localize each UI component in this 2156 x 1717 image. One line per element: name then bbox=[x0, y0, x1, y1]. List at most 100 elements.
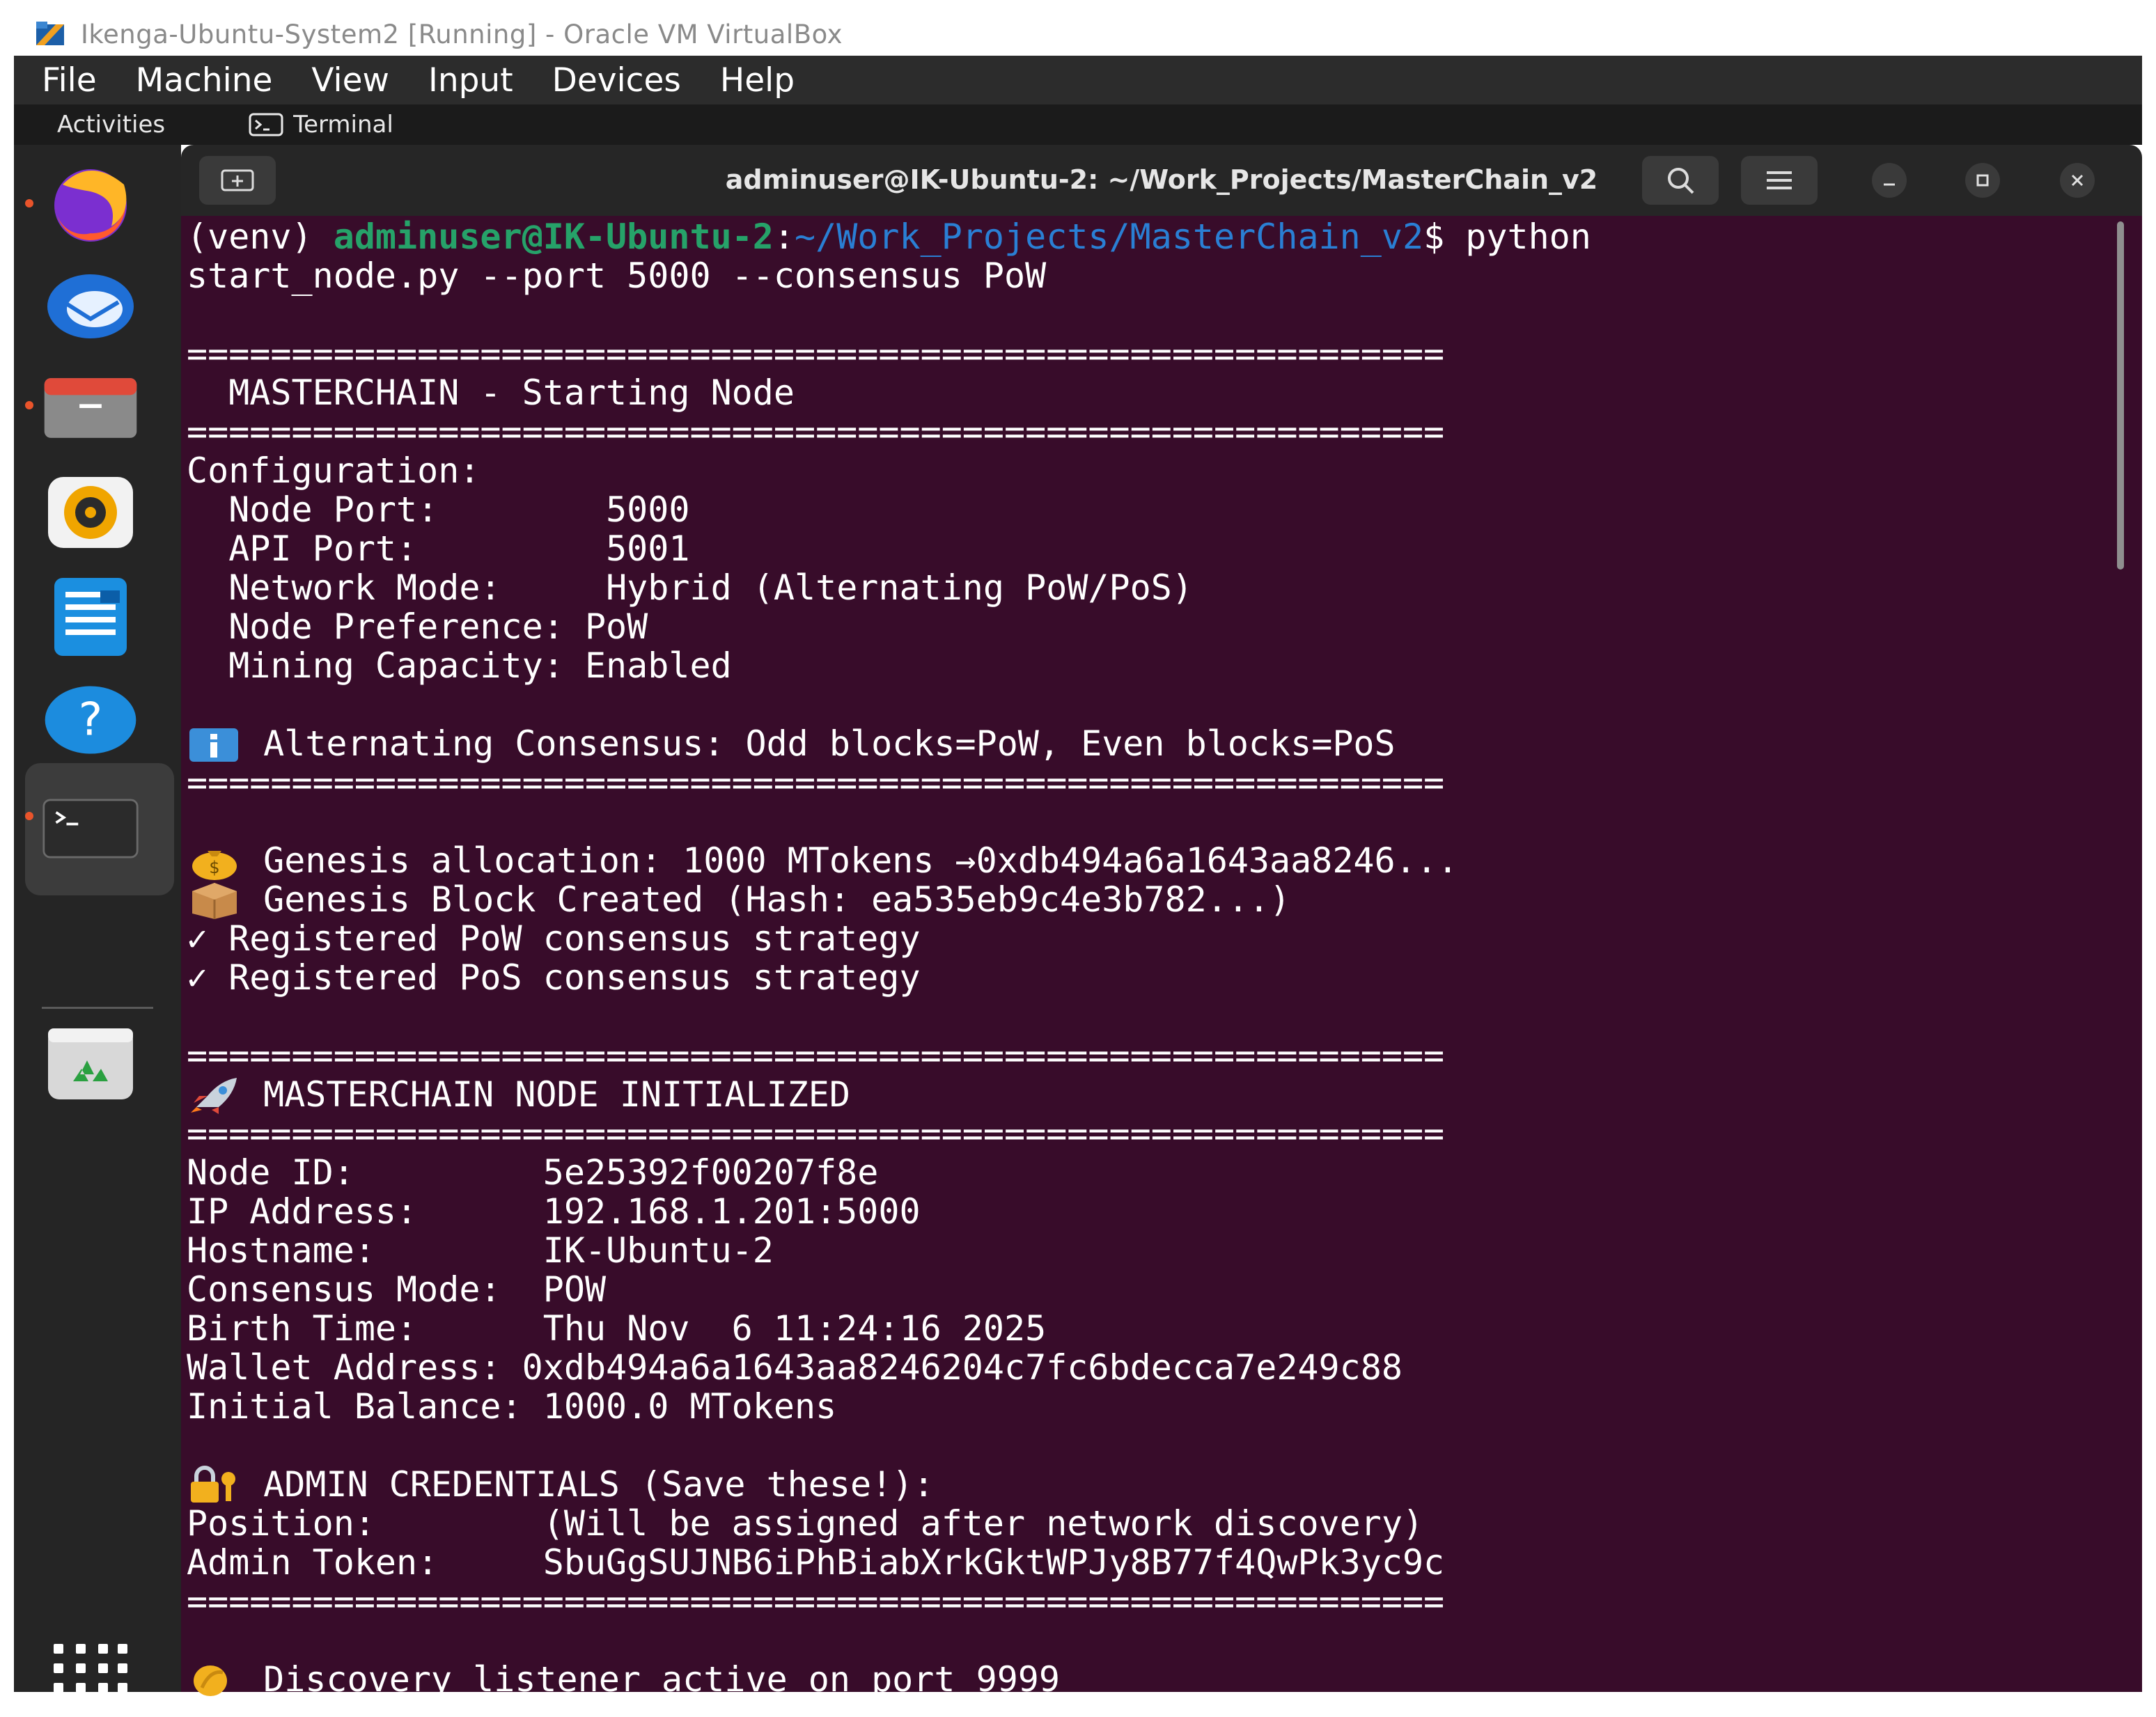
admin-label: Admin Token: bbox=[187, 1542, 543, 1583]
node-info-value: 5e25392f00207f8e bbox=[542, 1152, 879, 1193]
node-info-value: 0xdb494a6a1643aa8246204c7fc6bdecca7e249c… bbox=[522, 1347, 1403, 1388]
terminal-title: adminuser@IK-Ubuntu-2: ~/Work_Projects/M… bbox=[725, 164, 1598, 195]
node-info-row: Consensus Mode: POW bbox=[187, 1270, 606, 1309]
node-info-value: 192.168.1.201:5000 bbox=[542, 1191, 921, 1232]
discovery-text: Discovery listener active on port 9999 bbox=[242, 1659, 1060, 1700]
node-info-row: IP Address: 192.168.1.201:5000 bbox=[187, 1192, 921, 1231]
thunderbird-icon[interactable] bbox=[42, 256, 139, 354]
node-info-label: Wallet Address: bbox=[187, 1347, 522, 1388]
trash-icon[interactable] bbox=[42, 1015, 139, 1113]
gnome-top-bar: Activities Terminal bbox=[14, 104, 2142, 145]
node-info-row: Initial Balance: 1000.0 MTokens bbox=[187, 1387, 836, 1426]
minimize-icon bbox=[1884, 183, 1895, 186]
separator-line: ========================================… bbox=[187, 1035, 1445, 1076]
svg-text:$: $ bbox=[209, 858, 219, 877]
minimize-button[interactable] bbox=[1872, 163, 1907, 198]
config-label: Node Port: bbox=[187, 489, 607, 530]
node-info-label: Node ID: bbox=[187, 1152, 543, 1193]
menu-devices[interactable]: Devices bbox=[552, 61, 681, 100]
app-menu-label: Terminal bbox=[293, 111, 393, 139]
node-info-label: Birth Time: bbox=[187, 1308, 543, 1349]
admin-row: Position: (Will be assigned after networ… bbox=[187, 1504, 1423, 1543]
config-value: 5000 bbox=[606, 489, 690, 530]
prompt-path: ~/Work_Projects/MasterChain_v2 bbox=[794, 217, 1424, 257]
node-info-label: Consensus Mode: bbox=[187, 1269, 543, 1310]
menu-view[interactable]: View bbox=[311, 61, 389, 100]
app-menu-terminal[interactable]: Terminal bbox=[249, 111, 393, 139]
package-icon bbox=[192, 883, 237, 919]
activities-button[interactable]: Activities bbox=[57, 111, 165, 139]
separator-line: ========================================… bbox=[187, 762, 1445, 803]
running-indicator bbox=[25, 812, 33, 820]
rhythmbox-icon[interactable] bbox=[42, 464, 139, 561]
config-label: Network Mode: bbox=[187, 567, 607, 608]
svg-text:?: ? bbox=[79, 693, 103, 746]
search-icon bbox=[1668, 168, 1694, 194]
rocket-icon bbox=[191, 1078, 237, 1114]
alternating-consensus-line: Alternating Consensus: Odd blocks=PoW, E… bbox=[187, 724, 1396, 763]
node-info-label: Hostname: bbox=[187, 1230, 543, 1271]
firefox-icon[interactable] bbox=[42, 153, 139, 251]
config-row: Node Preference: PoW bbox=[187, 607, 648, 646]
node-info-row: Node ID: 5e25392f00207f8e bbox=[187, 1153, 878, 1192]
genesis-block-line: Genesis Block Created (Hash: ea535eb9c4e… bbox=[187, 880, 1290, 919]
maximize-button[interactable] bbox=[1965, 163, 2000, 198]
prompt-user: adminuser@IK-Ubuntu-2 bbox=[333, 217, 774, 257]
dock: ? bbox=[14, 145, 181, 1693]
writer-icon[interactable] bbox=[42, 568, 139, 666]
configuration-title: Configuration: bbox=[187, 450, 481, 491]
terminal-icon[interactable] bbox=[42, 780, 139, 877]
terminal-small-icon bbox=[249, 113, 283, 136]
config-label: Mining Capacity: bbox=[187, 645, 585, 686]
node-info-value: POW bbox=[542, 1269, 607, 1310]
config-label: Node Preference: bbox=[187, 606, 585, 647]
terminal-header-bar: adminuser@IK-Ubuntu-2: ~/Work_Projects/M… bbox=[181, 145, 2142, 216]
separator-line: ========================================… bbox=[187, 1113, 1445, 1154]
menu-file[interactable]: File bbox=[42, 61, 97, 100]
menu-help[interactable]: Help bbox=[720, 61, 795, 100]
close-button[interactable] bbox=[2060, 163, 2095, 198]
window-title: Ikenga-Ubuntu-System2 [Running] - Oracle… bbox=[81, 19, 843, 49]
admin-credentials-line: ADMIN CREDENTIALS (Save these!): bbox=[187, 1465, 934, 1504]
config-row: Network Mode: Hybrid (Alternating PoW/Po… bbox=[187, 568, 1193, 607]
starting-node-header: MASTERCHAIN - Starting Node bbox=[187, 373, 795, 413]
prompt-venv: (venv) bbox=[187, 217, 334, 257]
terminal-scrollbar[interactable] bbox=[2117, 221, 2124, 570]
prompt-line: (venv) adminuser@IK-Ubuntu-2:~/Work_Proj… bbox=[187, 217, 1591, 256]
lock-key-icon bbox=[191, 1466, 235, 1503]
menu-machine[interactable]: Machine bbox=[136, 61, 273, 100]
separator-line: ========================================… bbox=[187, 334, 1445, 374]
node-info-row: Birth Time: Thu Nov 6 11:24:16 2025 bbox=[187, 1309, 1046, 1348]
vbox-menu-bar: File Machine View Input Devices Help bbox=[14, 56, 2142, 104]
prompt-colon: : bbox=[773, 217, 795, 257]
node-info-value: 1000.0 MTokens bbox=[542, 1386, 837, 1427]
node-info-row: Wallet Address: 0xdb494a6a1643aa8246204c… bbox=[187, 1348, 1403, 1387]
node-info-label: Initial Balance: bbox=[187, 1386, 543, 1427]
help-icon[interactable]: ? bbox=[42, 671, 139, 769]
admin-value: SbuGgSUJNB6iPhBiabXrkGktWPJy8B77f4QwPk3y… bbox=[542, 1542, 1445, 1583]
files-icon[interactable] bbox=[42, 359, 139, 457]
separator-line: ========================================… bbox=[187, 1581, 1445, 1622]
dock-separator bbox=[42, 1007, 153, 1009]
menu-input[interactable]: Input bbox=[428, 61, 513, 100]
search-button[interactable] bbox=[1642, 156, 1719, 205]
registered-pow-line: ✓ Registered PoW consensus strategy bbox=[187, 918, 921, 959]
hamburger-menu-button[interactable] bbox=[1741, 156, 1818, 205]
config-row: Node Port: 5000 bbox=[187, 490, 689, 529]
config-value: Hybrid (Alternating PoW/PoS) bbox=[606, 567, 1193, 608]
hamburger-icon bbox=[1767, 171, 1792, 189]
separator-line: ========================================… bbox=[187, 411, 1445, 452]
command-continuation: start_node.py --port 5000 --consensus Po… bbox=[187, 256, 1047, 296]
config-label: API Port: bbox=[187, 528, 607, 569]
config-value: Enabled bbox=[584, 645, 732, 686]
vbox-title-bar: Ikenga-Ubuntu-System2 [Running] - Oracle… bbox=[14, 13, 2142, 56]
running-indicator bbox=[25, 199, 33, 207]
genesis-block-text: Genesis Block Created (Hash: ea535eb9c4e… bbox=[242, 879, 1291, 920]
node-initialized-line: MASTERCHAIN NODE INITIALIZED bbox=[187, 1075, 850, 1114]
alternating-text: Alternating Consensus: Odd blocks=PoW, E… bbox=[242, 723, 1396, 764]
maximize-icon bbox=[1976, 174, 1989, 187]
app-grid-icon[interactable] bbox=[42, 1620, 139, 1717]
prompt-command: $ python bbox=[1423, 217, 1591, 257]
running-indicator bbox=[25, 401, 33, 409]
config-value: 5001 bbox=[606, 528, 690, 569]
